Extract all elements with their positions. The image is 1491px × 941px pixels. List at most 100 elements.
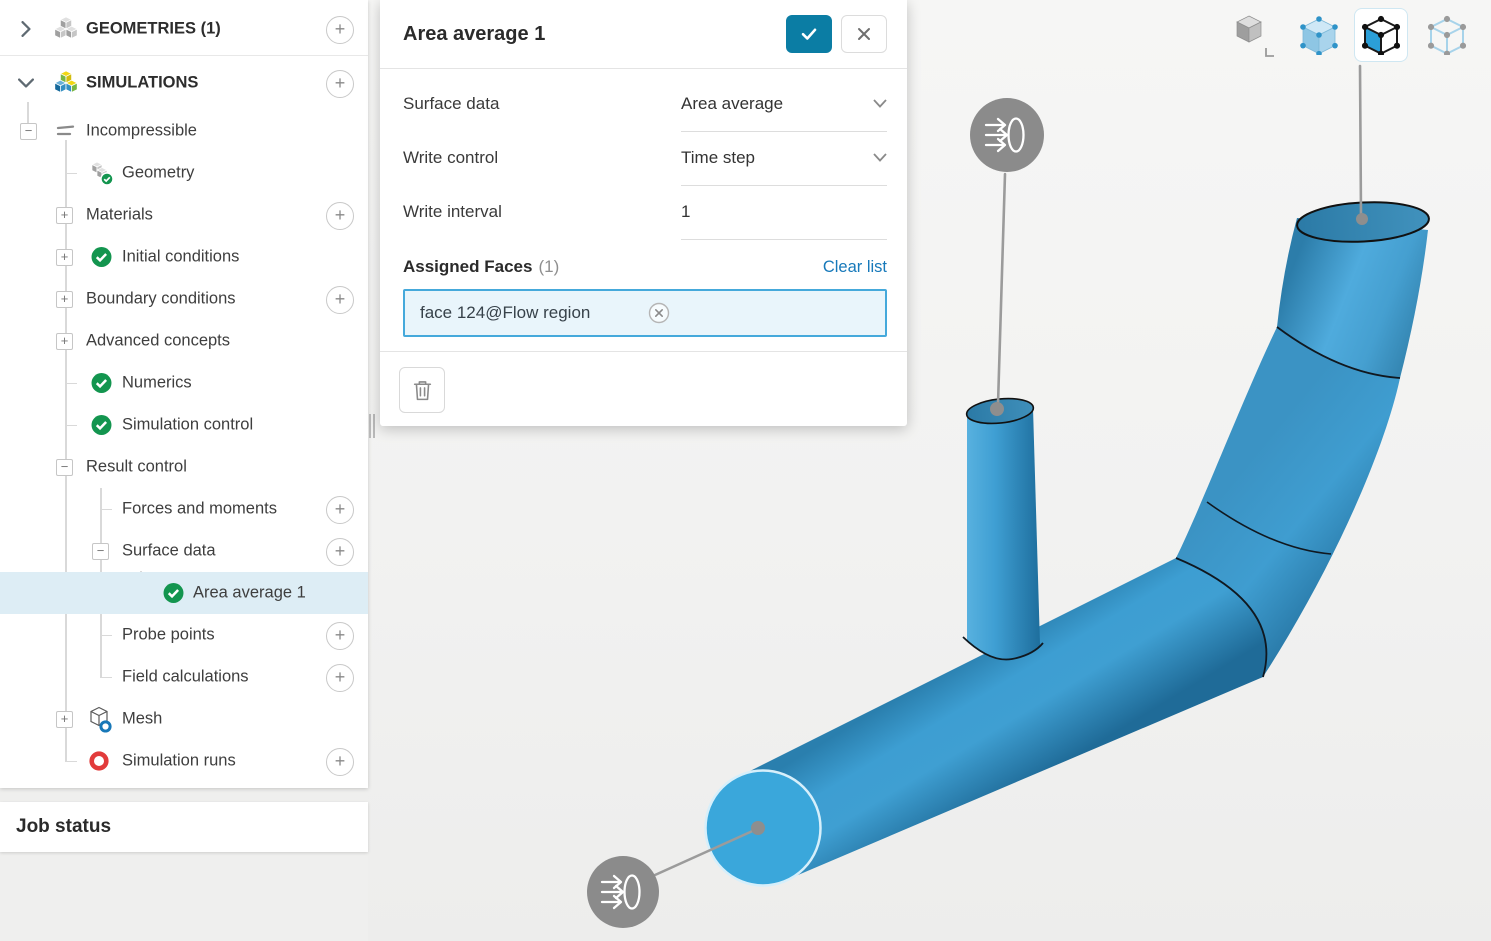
expand-icon[interactable]: + bbox=[56, 333, 73, 350]
sidebar-item-label: Initial conditions bbox=[122, 248, 239, 267]
sidebar-item-geometries[interactable]: GEOMETRIES (1) + bbox=[0, 8, 368, 50]
flow-marker-branch[interactable] bbox=[970, 98, 1044, 172]
area-average-dialog: Area average 1 Surface data Area average… bbox=[380, 0, 907, 426]
field-label: Write interval bbox=[403, 202, 502, 222]
add-simulation-run-button[interactable]: + bbox=[326, 748, 354, 776]
sidebar-item-area-average-1[interactable]: Area average 1 bbox=[0, 572, 368, 614]
job-status-panel[interactable]: Job status bbox=[0, 802, 368, 852]
input-value: 1 bbox=[681, 202, 690, 222]
sidebar-item-result-control[interactable]: − Result control bbox=[0, 446, 368, 488]
circle-x-icon bbox=[647, 301, 671, 325]
field-label: Write control bbox=[403, 148, 498, 168]
sidebar-item-forces-and-moments[interactable]: Forces and moments + bbox=[0, 488, 368, 530]
sidebar-item-simulation-runs[interactable]: Simulation runs + bbox=[0, 740, 368, 782]
add-surface-data-button[interactable]: + bbox=[326, 538, 354, 566]
cube-with-check-icon bbox=[88, 159, 116, 187]
delete-button[interactable] bbox=[399, 367, 445, 413]
simulation-tree-panel: GEOMETRIES (1) + SIMULATIONS + − Incompr… bbox=[0, 0, 368, 788]
vertex-cube-icon bbox=[1428, 15, 1466, 55]
sidebar-item-label: Area average 1 bbox=[193, 584, 306, 603]
divider bbox=[0, 55, 368, 56]
add-field-calculation-button[interactable]: + bbox=[326, 664, 354, 692]
add-boundary-condition-button[interactable]: + bbox=[326, 286, 354, 314]
sidebar-item-label: GEOMETRIES (1) bbox=[86, 20, 221, 39]
collapse-icon[interactable]: − bbox=[56, 459, 73, 476]
job-status-title: Job status bbox=[16, 816, 111, 838]
field-label: Surface data bbox=[403, 94, 499, 114]
select-vertex-button[interactable] bbox=[1420, 8, 1474, 62]
surface-data-row: Surface data Area average bbox=[403, 77, 887, 131]
sidebar-item-surface-data[interactable]: − Surface data + bbox=[0, 530, 368, 572]
dialog-title: Area average 1 bbox=[403, 23, 786, 46]
add-forces-button[interactable]: + bbox=[326, 496, 354, 524]
select-value: Time step bbox=[681, 148, 755, 168]
sidebar-item-label: SIMULATIONS bbox=[86, 74, 198, 93]
expand-icon[interactable]: + bbox=[56, 711, 73, 728]
geometries-cubes-icon bbox=[52, 15, 80, 43]
simulations-cubes-icon bbox=[52, 69, 80, 97]
collapse-icon[interactable]: − bbox=[20, 123, 37, 140]
assigned-faces-title: Assigned Faces bbox=[403, 257, 532, 277]
expand-icon[interactable]: + bbox=[56, 207, 73, 224]
surface-data-select[interactable]: Area average bbox=[681, 77, 887, 132]
mesh-icon bbox=[86, 706, 113, 733]
sidebar-item-advanced-concepts[interactable]: + Advanced concepts bbox=[0, 320, 368, 362]
sidebar-item-label: Mesh bbox=[122, 710, 162, 729]
add-simulation-button[interactable]: + bbox=[326, 70, 354, 98]
expand-icon[interactable]: + bbox=[56, 249, 73, 266]
sidebar-item-probe-points[interactable]: Probe points + bbox=[0, 614, 368, 656]
sidebar-item-geometry[interactable]: Geometry bbox=[0, 152, 368, 194]
add-geometry-button[interactable]: + bbox=[326, 16, 354, 44]
confirm-button[interactable] bbox=[786, 15, 832, 53]
sidebar-item-numerics[interactable]: Numerics bbox=[0, 362, 368, 404]
dialog-body: Surface data Area average Write control … bbox=[380, 69, 907, 351]
write-interval-row: Write interval 1 bbox=[403, 185, 887, 239]
sidebar-item-boundary-conditions[interactable]: + Boundary conditions + bbox=[0, 278, 368, 320]
dialog-header: Area average 1 bbox=[380, 0, 907, 69]
check-badge-icon bbox=[163, 583, 184, 604]
sidebar-item-label: Surface data bbox=[122, 542, 216, 561]
sidebar-item-incompressible[interactable]: − Incompressible bbox=[0, 110, 368, 152]
cancel-button[interactable] bbox=[841, 15, 887, 53]
clear-list-link[interactable]: Clear list bbox=[823, 258, 887, 277]
remove-face-button[interactable] bbox=[647, 301, 874, 325]
sidebar-item-label: Forces and moments bbox=[122, 500, 277, 519]
sidebar-item-label: Boundary conditions bbox=[86, 290, 236, 309]
flow-marker-inlet[interactable] bbox=[587, 856, 659, 928]
assigned-face-chip[interactable]: face 124@Flow region bbox=[403, 289, 887, 337]
sidebar-item-label: Materials bbox=[86, 206, 153, 225]
add-material-button[interactable]: + bbox=[326, 202, 354, 230]
sidebar-item-label: Field calculations bbox=[122, 668, 249, 687]
collapse-icon[interactable]: − bbox=[92, 543, 109, 560]
incompressible-icon bbox=[55, 123, 79, 139]
expand-icon[interactable]: + bbox=[56, 291, 73, 308]
branch-cylinder[interactable] bbox=[967, 404, 1040, 659]
sidebar-item-simulations[interactable]: SIMULATIONS + bbox=[0, 62, 368, 104]
select-value: Area average bbox=[681, 94, 783, 114]
check-badge-icon bbox=[91, 373, 112, 394]
sidebar-item-simulation-control[interactable]: Simulation control bbox=[0, 404, 368, 446]
view-solid-cube-button[interactable] bbox=[1228, 8, 1282, 62]
sidebar-item-label: Advanced concepts bbox=[86, 332, 230, 351]
dialog-footer bbox=[380, 351, 907, 426]
sidebar-item-field-calculations[interactable]: Field calculations + bbox=[0, 656, 368, 698]
volume-cube-icon bbox=[1300, 15, 1338, 55]
simulation-runs-icon bbox=[88, 750, 110, 772]
select-volume-button[interactable] bbox=[1292, 8, 1346, 62]
chevron-right-icon[interactable] bbox=[20, 21, 32, 37]
sidebar-item-label: Geometry bbox=[122, 164, 194, 183]
sidebar-item-label: Incompressible bbox=[86, 122, 197, 141]
sidebar-item-initial-conditions[interactable]: + Initial conditions bbox=[0, 236, 368, 278]
select-face-button[interactable] bbox=[1354, 8, 1408, 62]
chevron-down-icon bbox=[873, 153, 887, 162]
write-interval-input[interactable]: 1 bbox=[681, 185, 887, 240]
check-badge-icon bbox=[91, 415, 112, 436]
sidebar-item-materials[interactable]: + Materials + bbox=[0, 194, 368, 236]
sidebar-item-label: Simulation runs bbox=[122, 752, 236, 771]
sidebar-item-mesh[interactable]: + Mesh bbox=[0, 698, 368, 740]
chevron-down-icon[interactable] bbox=[18, 77, 34, 89]
add-probe-point-button[interactable]: + bbox=[326, 622, 354, 650]
close-icon bbox=[855, 25, 873, 43]
write-control-select[interactable]: Time step bbox=[681, 131, 887, 186]
panel-resize-handle[interactable] bbox=[368, 414, 376, 440]
